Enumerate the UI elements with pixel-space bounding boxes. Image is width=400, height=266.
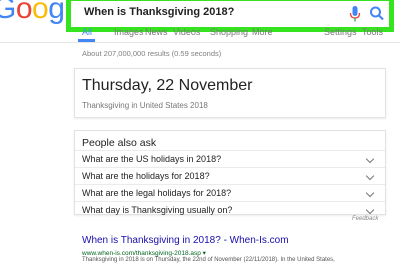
paa-question[interactable]: What are the US holidays in 2018? bbox=[82, 154, 221, 164]
people-also-ask-card: People also ask What are the US holidays… bbox=[74, 130, 386, 215]
tab-shopping[interactable]: Shopping bbox=[210, 27, 248, 37]
answer-title: Thursday, 22 November bbox=[82, 77, 253, 94]
paa-question-row[interactable]: What day is Thanksgiving usually on? bbox=[75, 201, 385, 218]
settings-link[interactable]: Settings bbox=[324, 27, 357, 37]
paa-question[interactable]: What are the holidays for 2018? bbox=[82, 171, 210, 181]
paa-question[interactable]: What day is Thanksgiving usually on? bbox=[82, 205, 232, 215]
paa-question-row[interactable]: What are the US holidays in 2018? bbox=[75, 150, 385, 167]
tab-images[interactable]: Images bbox=[114, 27, 144, 37]
search-tabs: All Images News Videos Shopping More Set… bbox=[0, 27, 400, 41]
chevron-down-icon[interactable] bbox=[365, 188, 375, 198]
feedback-link[interactable]: Feedback bbox=[352, 216, 378, 222]
answer-card: Thursday, 22 November Thanksgiving in Un… bbox=[74, 68, 386, 118]
tab-all[interactable]: All bbox=[82, 27, 92, 37]
chevron-down-icon[interactable] bbox=[365, 171, 375, 181]
paa-question-row[interactable]: What are the legal holidays for 2018? bbox=[75, 184, 385, 201]
tools-link[interactable]: Tools bbox=[362, 27, 383, 37]
paa-question[interactable]: What are the legal holidays for 2018? bbox=[82, 188, 231, 198]
chevron-down-icon[interactable] bbox=[365, 205, 375, 215]
result-stats: About 207,000,000 results (0.59 seconds) bbox=[82, 49, 222, 58]
chevron-down-icon[interactable] bbox=[365, 154, 375, 164]
tab-news[interactable]: News bbox=[145, 27, 168, 37]
microphone-icon[interactable] bbox=[348, 5, 362, 23]
search-icon[interactable] bbox=[369, 5, 385, 23]
answer-subtitle: Thanksgiving in United States 2018 bbox=[82, 101, 208, 110]
paa-question-row[interactable]: What are the holidays for 2018? bbox=[75, 167, 385, 184]
header-divider bbox=[0, 42, 400, 43]
result-title-link[interactable]: When is Thanksgiving in 2018? - When-Is.… bbox=[82, 235, 289, 246]
people-also-ask-title: People also ask bbox=[82, 137, 157, 149]
tab-more[interactable]: More bbox=[252, 27, 273, 37]
result-snippet: Thanksgiving in 2018 is on Thursday, the… bbox=[82, 257, 335, 263]
search-query[interactable]: When is Thanksgiving 2018? bbox=[84, 6, 234, 18]
search-input[interactable]: When is Thanksgiving 2018? bbox=[74, 3, 386, 25]
tab-videos[interactable]: Videos bbox=[173, 27, 200, 37]
